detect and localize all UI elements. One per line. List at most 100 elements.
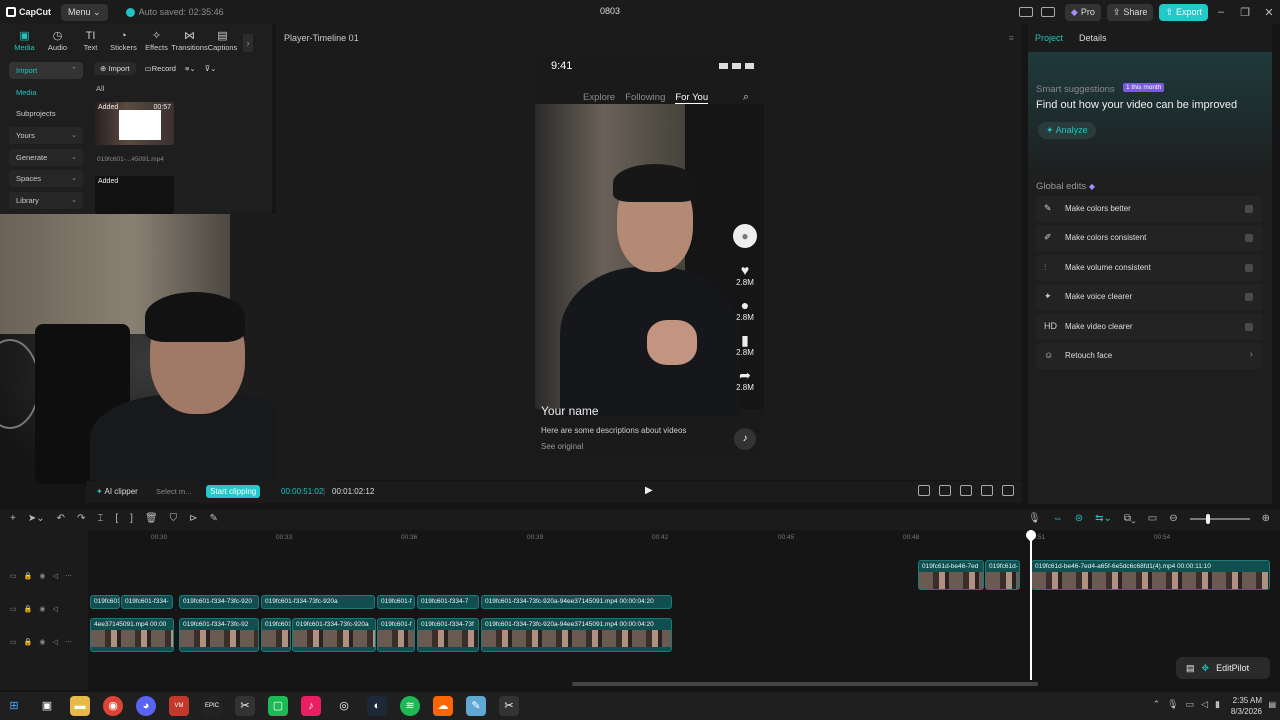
more-icon[interactable]: ⋯ bbox=[65, 572, 72, 580]
lock-icon[interactable]: 🔒 bbox=[24, 605, 33, 613]
crop-icon[interactable] bbox=[960, 485, 972, 496]
timeline-clip[interactable]: 4ee37145091.mp4 00:00 bbox=[90, 618, 174, 652]
analyze-button[interactable]: ✦ Analyze bbox=[1038, 122, 1096, 139]
import-button[interactable]: ⊕ Import bbox=[94, 62, 136, 75]
menu-button[interactable]: Menu ⌄ bbox=[61, 3, 108, 21]
notifications-icon[interactable]: ▤ bbox=[1268, 700, 1276, 709]
more-icon[interactable]: ⋯ bbox=[65, 638, 72, 646]
tab-effects[interactable]: ✧ Effects bbox=[140, 30, 173, 52]
close-icon[interactable]: ✕ bbox=[1258, 6, 1280, 19]
timeline-clip[interactable]: 019fc601-f334-73fc-920a bbox=[292, 618, 376, 652]
redo-icon[interactable]: ↷ bbox=[77, 513, 85, 524]
capcut-active-icon[interactable]: ✂ bbox=[499, 696, 519, 716]
sidebar-item-subprojects[interactable]: Subprojects bbox=[9, 105, 83, 122]
media-thumbnail[interactable]: Added bbox=[95, 176, 174, 214]
edit-make-voice-clearer[interactable]: ✦ Make voice clearer bbox=[1036, 284, 1262, 311]
timeline-clip[interactable]: 019fc601-f334-73fc-920a-94ee37145091.mp4… bbox=[481, 618, 672, 652]
edit-make-colors-better[interactable]: ✎ Make colors better bbox=[1036, 196, 1262, 222]
editpilot-button[interactable]: ▤ ✥ EditPilot bbox=[1176, 657, 1270, 679]
edit-make-colors-consistent[interactable]: ✐ Make colors consistent bbox=[1036, 225, 1262, 252]
preview-axis-icon[interactable]: ⧉⌄ bbox=[1124, 513, 1136, 524]
video-preview[interactable]: 9:41 Explore Following For You ⌕ ● ♥ 2.8M… bbox=[535, 52, 764, 459]
draw-icon[interactable]: ✎ bbox=[210, 513, 218, 524]
share-button[interactable]: ⇪ Share bbox=[1106, 3, 1154, 21]
magnet-icon[interactable]: ⊜ bbox=[1075, 513, 1083, 524]
timeline-clip[interactable]: 019fc601-f334-73fc-920a-94ee37145091.mp4… bbox=[481, 595, 672, 609]
sidebar-item-import[interactable]: Import ⌃ bbox=[9, 62, 83, 79]
timeline-clip[interactable]: 019fc61d-be46-7ed bbox=[918, 560, 984, 590]
clip-select-dropdown[interactable]: Select m... bbox=[156, 487, 191, 496]
timeline-clip[interactable]: 019fc601-f334-73fc-92 bbox=[179, 618, 259, 652]
tab-transitions[interactable]: ⋈ Transitions bbox=[171, 30, 207, 52]
eye-icon[interactable]: ◉ bbox=[39, 638, 45, 646]
timeline-clip[interactable]: 019fc601-f334-7 bbox=[417, 595, 479, 609]
split-left-icon[interactable]: [ bbox=[115, 513, 118, 524]
battery-tray-icon[interactable]: ▮ bbox=[1215, 699, 1220, 710]
sidebar-item-media[interactable]: Media bbox=[9, 84, 83, 101]
maximize-icon[interactable]: ❐ bbox=[1234, 6, 1256, 19]
ratio-icon[interactable] bbox=[981, 485, 993, 496]
timeline-clip[interactable]: 019fc601-f bbox=[377, 618, 415, 652]
zoom-out-icon[interactable]: ⊖ bbox=[1169, 513, 1177, 524]
timeline-clip[interactable]: 019fc601-f334-73f bbox=[417, 618, 479, 652]
tiktok-taskbar-icon[interactable]: ♪ bbox=[301, 696, 321, 716]
network-icon[interactable]: ▭ bbox=[1186, 699, 1195, 710]
playhead[interactable] bbox=[1030, 530, 1032, 680]
tab-text[interactable]: TI Text bbox=[74, 30, 107, 52]
eye-icon[interactable]: ◉ bbox=[39, 572, 45, 580]
app-icon[interactable]: ▢ bbox=[268, 696, 288, 716]
volume-icon[interactable]: ◁ bbox=[52, 572, 57, 580]
timeline-clip[interactable]: 019fc601 bbox=[261, 618, 291, 652]
tab-stickers[interactable]: ◔ Stickers bbox=[107, 30, 140, 52]
eye-icon[interactable]: ◉ bbox=[39, 605, 45, 613]
edit-toggle[interactable] bbox=[1245, 234, 1253, 243]
link-icon[interactable]: ⇔ bbox=[1053, 513, 1063, 524]
timeline-scrollbar[interactable] bbox=[572, 682, 1038, 686]
export-button[interactable]: ⇧ Export bbox=[1159, 3, 1208, 21]
tab-captions[interactable]: ▤ Captions bbox=[206, 30, 239, 52]
tray-chevron-icon[interactable]: ⌃ bbox=[1153, 699, 1161, 710]
snap-icon[interactable]: ⇆⌄ bbox=[1095, 513, 1112, 524]
ai-clipper-button[interactable]: ✦ AI clipper bbox=[96, 487, 138, 496]
sidebar-item-generate[interactable]: Generate ⌄ bbox=[9, 148, 83, 166]
tabs-scroll-right-icon[interactable]: › bbox=[243, 34, 253, 52]
filter-button[interactable]: ⊽⌄ bbox=[205, 62, 217, 75]
edit-toggle[interactable] bbox=[1245, 293, 1253, 302]
windows-start-icon[interactable]: ⊞ bbox=[4, 696, 24, 716]
lock-icon[interactable]: 🔒 bbox=[24, 572, 33, 580]
tab-media[interactable]: ▣ Media bbox=[8, 30, 41, 52]
tab-project[interactable]: Project bbox=[1035, 33, 1063, 43]
shortcuts-icon[interactable] bbox=[1040, 7, 1055, 17]
split-icon[interactable]: ⌶ bbox=[97, 513, 103, 524]
freeze-icon[interactable]: ⊳ bbox=[189, 513, 197, 524]
minimize-icon[interactable]: – bbox=[1210, 6, 1232, 18]
steam-icon[interactable]: ◐ bbox=[367, 696, 387, 716]
chrome-icon[interactable]: ◉ bbox=[103, 696, 123, 716]
add-icon[interactable]: + bbox=[10, 513, 16, 524]
volume-icon[interactable]: ◁ bbox=[52, 638, 57, 646]
system-clock[interactable]: 2:35 AM 8/3/2026 bbox=[1231, 695, 1262, 717]
player-menu-icon[interactable]: ≡ bbox=[1009, 33, 1014, 43]
capcut-taskbar-icon[interactable]: ✂ bbox=[235, 696, 255, 716]
task-view-icon[interactable]: ▣ bbox=[37, 696, 57, 716]
timeline-clip[interactable]: 019fc601-f334-73fc-920 bbox=[179, 595, 259, 609]
timeline-clip[interactable]: 019fc61d-be46-7ed4-a65f-6e5dc6c68fd1(4).… bbox=[1031, 560, 1270, 590]
split-right-icon[interactable]: ] bbox=[130, 513, 133, 524]
notes-icon[interactable]: ✎ bbox=[466, 696, 486, 716]
shield-icon[interactable]: ⛉ bbox=[170, 513, 178, 524]
quality-icon[interactable] bbox=[918, 485, 930, 496]
zoom-slider-handle[interactable] bbox=[1205, 513, 1210, 524]
zoom-slider[interactable] bbox=[1189, 513, 1250, 524]
timeline-clip[interactable]: 019fc601-f334-73fc-920a bbox=[261, 595, 375, 609]
caption-icon[interactable]: ▭ bbox=[1148, 513, 1157, 524]
edit-toggle[interactable] bbox=[1245, 205, 1253, 213]
zoom-in-icon[interactable]: ⊕ bbox=[1262, 513, 1270, 524]
filter-all-label[interactable]: All bbox=[96, 84, 104, 93]
timeline-clip[interactable]: 019fc601 bbox=[90, 595, 120, 609]
start-clipping-button[interactable]: Start clipping bbox=[206, 485, 261, 498]
tab-details[interactable]: Details bbox=[1079, 33, 1107, 43]
epic-games-icon[interactable]: EPIC bbox=[202, 696, 222, 716]
mic-tray-icon[interactable]: 🎙 bbox=[1167, 699, 1178, 710]
timeline-clip[interactable]: 019fc601-f bbox=[377, 595, 415, 609]
play-icon[interactable]: ▶ bbox=[645, 485, 653, 496]
